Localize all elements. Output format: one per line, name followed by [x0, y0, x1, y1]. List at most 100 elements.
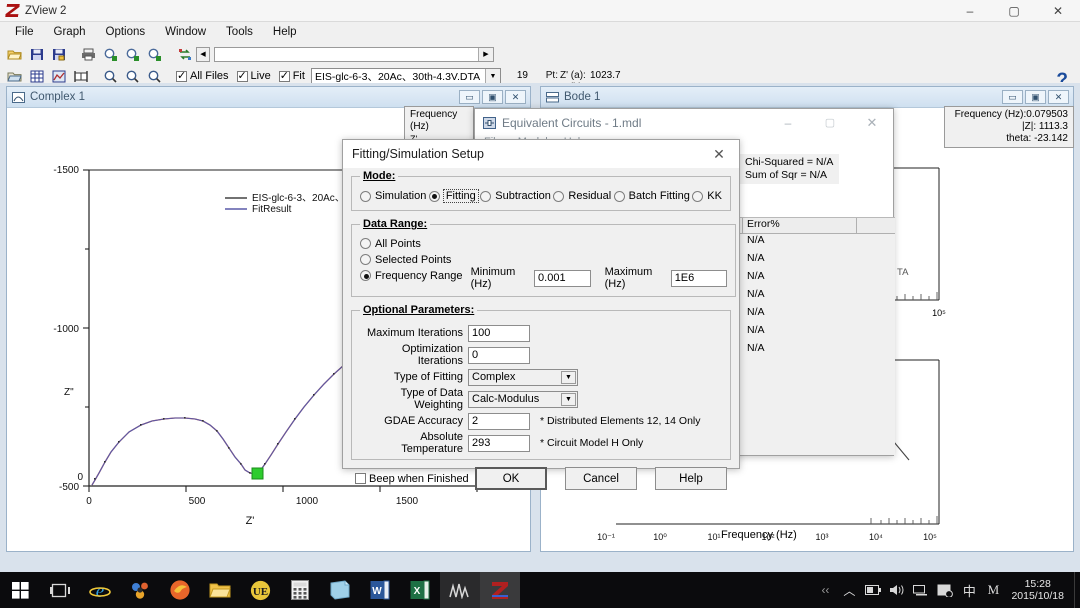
radio-simulation[interactable]: Simulation — [360, 190, 426, 202]
origin-icon[interactable] — [440, 572, 480, 608]
residual-radio-dot[interactable] — [553, 190, 565, 202]
firefox-icon[interactable] — [160, 572, 200, 608]
fit-checkbox-box[interactable] — [278, 69, 290, 82]
maximum-iterations-input[interactable]: 100 — [468, 324, 530, 342]
save-icon[interactable] — [26, 45, 47, 64]
show-desktop-button[interactable] — [1074, 572, 1080, 608]
chevron-up-icon[interactable]: ︿ — [837, 572, 861, 608]
start-button[interactable] — [0, 572, 40, 608]
bode-xtick-1e3: 10³ — [815, 532, 828, 542]
internet-explorer-icon[interactable]: e — [80, 572, 120, 608]
optimization-iterations-input[interactable]: 0 — [468, 346, 530, 364]
all-files-checkbox-box[interactable] — [176, 69, 187, 82]
taskbar-clock[interactable]: 15:28 2015/10/18 — [1005, 578, 1074, 602]
volume-icon[interactable] — [885, 572, 909, 608]
checkbox-beep-when-finished[interactable]: Beep when Finished — [355, 473, 469, 485]
radio-selected-points[interactable]: Selected Points — [360, 252, 451, 267]
calculator-icon[interactable] — [280, 572, 320, 608]
window-close-button[interactable]: ✕ — [1036, 0, 1080, 22]
menu-help[interactable]: Help — [264, 24, 306, 40]
live-checkbox-box[interactable] — [236, 69, 248, 82]
onenote-icon[interactable] — [320, 572, 360, 608]
menu-window[interactable]: Window — [156, 24, 215, 40]
excel-icon[interactable]: X — [400, 572, 440, 608]
selected-points-radio-dot[interactable] — [360, 254, 371, 265]
open-folder-icon[interactable] — [4, 45, 25, 64]
menu-file[interactable]: File — [6, 24, 43, 40]
radio-batch-fitting[interactable]: Batch Fitting — [613, 190, 690, 202]
minimum-hz-input[interactable]: 0.001 — [534, 269, 591, 287]
row-absolute-temperature: Absolute Temperature 293 * Circuit Model… — [360, 431, 722, 455]
window-maximize-button[interactable]: ▢ — [992, 0, 1036, 22]
network-icon[interactable] — [909, 572, 933, 608]
beep-checkbox-box[interactable] — [355, 473, 366, 484]
maximum-hz-input[interactable]: 1E6 — [670, 269, 728, 287]
nyquist-selection-start-marker[interactable] — [251, 467, 264, 480]
type-of-fitting-select[interactable]: Complex ▼ — [468, 368, 578, 386]
print-icon[interactable] — [78, 45, 99, 64]
batch-fitting-radio-dot[interactable] — [613, 190, 625, 202]
circuits-minimize-button[interactable]: – — [767, 109, 809, 136]
menu-tools[interactable]: Tools — [217, 24, 262, 40]
radio-subtraction[interactable]: Subtraction — [480, 190, 551, 202]
task-view-button[interactable] — [40, 572, 80, 608]
menu-options[interactable]: Options — [97, 24, 155, 40]
checkbox-live[interactable]: Live — [236, 69, 271, 82]
bode-maximize-button[interactable]: ▣ — [1025, 90, 1046, 104]
circuits-close-button[interactable]: ✕ — [851, 109, 893, 136]
help-button[interactable]: Help — [655, 467, 727, 490]
zoom-data-icon[interactable] — [100, 45, 121, 64]
scroll-left-button[interactable]: ◀ — [196, 46, 210, 62]
complex-maximize-button[interactable]: ▣ — [482, 90, 503, 104]
complex-minimize-button[interactable]: ▭ — [459, 90, 480, 104]
kk-radio-dot[interactable] — [692, 190, 704, 202]
window-minimize-button[interactable]: – — [948, 0, 992, 22]
all-points-radio-dot[interactable] — [360, 238, 371, 249]
zoom-fit-icon[interactable] — [122, 45, 143, 64]
cancel-button[interactable]: Cancel — [565, 467, 637, 490]
checkbox-fit[interactable]: Fit — [278, 69, 305, 82]
bode-minimize-button[interactable]: ▭ — [1002, 90, 1023, 104]
save-all-icon[interactable] — [48, 45, 69, 64]
show-hidden-icon[interactable]: ‹‹ — [813, 572, 837, 608]
gdae-accuracy-input[interactable]: 2 — [468, 412, 530, 430]
action-center-icon[interactable] — [933, 572, 957, 608]
fitting-simulation-setup-dialog[interactable]: Fitting/Simulation Setup ✕ Mode: Simulat… — [342, 139, 740, 490]
circuits-maximize-button[interactable]: ▢ — [809, 109, 851, 136]
radio-all-points[interactable]: All Points — [360, 236, 421, 251]
radio-frequency-range-label: Frequency Range — [375, 269, 463, 282]
bode-close-button[interactable]: ✕ — [1048, 90, 1069, 104]
radio-fitting[interactable]: Fitting — [428, 189, 479, 203]
subtraction-radio-dot[interactable] — [480, 190, 492, 202]
absolute-temperature-input[interactable]: 293 — [468, 434, 530, 452]
svg-text:e: e — [96, 581, 104, 601]
ime-chinese-icon[interactable]: 中 — [957, 572, 981, 608]
menu-graph[interactable]: Graph — [45, 24, 95, 40]
word-icon[interactable]: W — [360, 572, 400, 608]
swap-icon[interactable] — [174, 45, 195, 64]
battery-icon[interactable] — [861, 572, 885, 608]
chevron-down-icon[interactable]: ▼ — [561, 370, 576, 384]
frequency-range-radio-dot[interactable] — [360, 270, 371, 281]
bode-tooltip-freq-label: Frequency (Hz): — [954, 109, 1027, 120]
checkbox-all-files[interactable]: All Files — [176, 69, 229, 82]
circuits-parameter-table[interactable]: Error% N/A N/A N/A N/A N/A N/A N/A — [725, 217, 895, 455]
scroll-right-button[interactable]: ▶ — [478, 47, 493, 61]
dialog-close-button[interactable]: ✕ — [699, 141, 739, 168]
ime-m-icon[interactable]: M — [981, 572, 1005, 608]
radio-kk[interactable]: KK — [692, 190, 722, 202]
fitting-radio-dot[interactable] — [428, 190, 440, 202]
zview-icon[interactable] — [480, 572, 520, 608]
simulation-radio-dot[interactable] — [360, 190, 371, 202]
file-explorer-icon[interactable] — [200, 572, 240, 608]
radio-residual[interactable]: Residual — [553, 190, 611, 202]
zoom-region-icon[interactable] — [144, 45, 165, 64]
type-of-data-weighting-select[interactable]: Calc-Modulus ▼ — [468, 390, 578, 408]
ue-editor-icon[interactable]: UE — [240, 572, 280, 608]
qq-browser-icon[interactable] — [120, 572, 160, 608]
complex-close-button[interactable]: ✕ — [505, 90, 526, 104]
chevron-down-icon[interactable]: ▼ — [561, 392, 576, 406]
data-scroll-bar[interactable]: ▶ — [214, 46, 494, 62]
radio-frequency-range[interactable]: Frequency Range — [360, 268, 462, 283]
ok-button[interactable]: OK — [475, 467, 547, 490]
